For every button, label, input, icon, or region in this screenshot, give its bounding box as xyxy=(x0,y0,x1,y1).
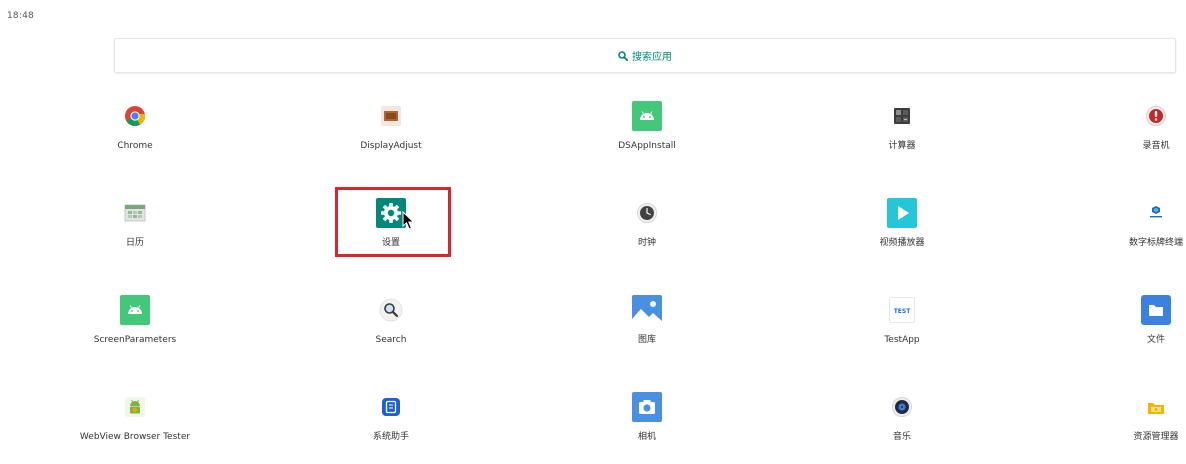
app-label: 计算器 xyxy=(888,141,916,151)
app-label: Chrome xyxy=(117,141,153,151)
folder-icon xyxy=(1141,295,1171,325)
app-dsappinstall[interactable]: DSAppInstall xyxy=(577,101,717,173)
system-helper-icon xyxy=(376,392,406,422)
app-label: Search xyxy=(375,335,407,345)
file-explorer-icon xyxy=(1141,392,1171,422)
app-videoplayer[interactable]: 视频播放器 xyxy=(832,198,972,270)
app-signage[interactable]: 数字标牌终端 xyxy=(1086,198,1186,270)
android-icon xyxy=(120,295,150,325)
music-icon xyxy=(887,392,917,422)
android-robot-icon xyxy=(120,392,150,422)
signage-icon xyxy=(1141,198,1171,228)
app-gallery[interactable]: 图库 xyxy=(577,295,717,367)
app-label: 日历 xyxy=(125,238,144,248)
recorder-icon xyxy=(1141,101,1171,131)
app-label: 资源管理器 xyxy=(1133,432,1179,442)
camera-icon xyxy=(632,392,662,422)
app-chrome[interactable]: Chrome xyxy=(65,101,205,173)
search-inner: 搜索应用 xyxy=(618,48,672,63)
app-webviewtester[interactable]: WebView Browser Tester xyxy=(65,392,205,464)
app-label: 相机 xyxy=(637,432,656,442)
selection-highlight xyxy=(335,187,451,257)
app-label: 文件 xyxy=(1146,335,1165,345)
app-search[interactable]: Search xyxy=(321,295,461,367)
status-time: 18:48 xyxy=(7,11,34,21)
app-systemhelper[interactable]: 系统助手 xyxy=(321,392,461,464)
app-label: DSAppInstall xyxy=(618,141,676,151)
app-files[interactable]: 文件 xyxy=(1086,295,1186,367)
app-calculator[interactable]: 计算器 xyxy=(832,101,972,173)
app-label: 数字标牌终端 xyxy=(1128,238,1183,248)
app-label: 图库 xyxy=(637,335,656,345)
calculator-icon xyxy=(887,101,917,131)
app-label: 录音机 xyxy=(1142,141,1170,151)
app-label: DisplayAdjust xyxy=(360,141,422,151)
chrome-icon xyxy=(120,101,150,131)
app-label: 音乐 xyxy=(892,432,911,442)
app-screenparameters[interactable]: ScreenParameters xyxy=(65,295,205,367)
magnifier-icon xyxy=(376,295,406,325)
clock-icon xyxy=(632,198,662,228)
app-testapp[interactable]: TEST TestApp xyxy=(832,295,972,367)
app-label: 时钟 xyxy=(637,238,656,248)
app-explorer[interactable]: 资源管理器 xyxy=(1086,392,1186,464)
search-icon xyxy=(618,50,628,61)
android-icon xyxy=(632,101,662,131)
app-label: ScreenParameters xyxy=(93,335,177,345)
search-label: 搜索应用 xyxy=(632,52,672,63)
app-camera[interactable]: 相机 xyxy=(577,392,717,464)
app-displayadjust[interactable]: DisplayAdjust xyxy=(321,101,461,173)
app-music[interactable]: 音乐 xyxy=(832,392,972,464)
test-icon-text: TEST xyxy=(894,308,912,315)
app-label: WebView Browser Tester xyxy=(79,432,191,442)
display-adjust-icon xyxy=(376,101,406,131)
calendar-icon xyxy=(120,198,150,228)
app-clock[interactable]: 时钟 xyxy=(577,198,717,270)
app-label: 系统助手 xyxy=(372,432,409,442)
app-recorder[interactable]: 录音机 xyxy=(1086,101,1186,173)
app-label: TestApp xyxy=(884,335,920,345)
mouse-cursor-icon xyxy=(402,211,415,230)
search-bar[interactable]: 搜索应用 xyxy=(114,38,1176,73)
gallery-icon xyxy=(632,295,662,325)
play-icon xyxy=(887,198,917,228)
test-icon: TEST xyxy=(887,295,917,325)
app-label: 视频播放器 xyxy=(879,238,925,248)
app-calendar[interactable]: 日历 xyxy=(65,198,205,270)
